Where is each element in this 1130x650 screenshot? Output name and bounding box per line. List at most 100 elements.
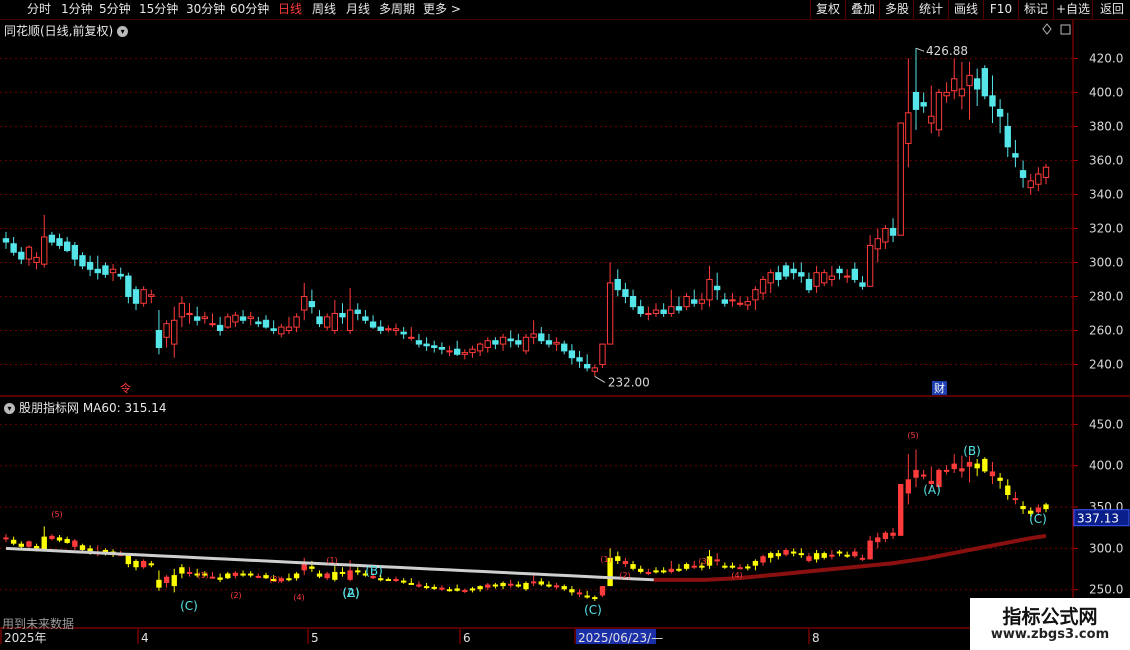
main-candle-body	[132, 289, 140, 304]
main-candle-body	[209, 323, 216, 326]
sub-candle-body	[920, 474, 927, 477]
main-candle-body	[25, 246, 33, 260]
sub-candle-body	[179, 567, 185, 574]
sub-candle-body	[752, 560, 759, 566]
main-candle-body	[545, 340, 553, 345]
sub-candle-body	[515, 584, 522, 587]
main-candle-body	[698, 299, 706, 304]
main-candle-body	[163, 323, 170, 338]
sub-candle-body	[431, 586, 437, 589]
main-candle-body	[41, 236, 48, 265]
wave-label: (A)	[342, 586, 360, 600]
kline-chart[interactable]: 240.0 260.0 280.0 300.0 320.0 340.0 360.0 380.0…	[0, 0, 1130, 650]
main-candle-body	[614, 278, 621, 291]
sub-candle-body	[546, 584, 552, 587]
sub-candle-body	[852, 551, 858, 557]
main-candle-body	[140, 289, 147, 304]
sub-candle-body	[171, 575, 177, 587]
sub-candle-body	[385, 579, 392, 582]
main-candle-body	[790, 268, 797, 274]
main-candle-body	[1012, 153, 1019, 158]
diamond-icon[interactable]	[1042, 23, 1052, 35]
sub-candle-body	[64, 538, 70, 543]
high-price-label: 426.88	[926, 44, 968, 58]
ma60-line-red	[653, 533, 1047, 582]
sub-candle-body	[523, 582, 529, 590]
main-candle-body	[951, 78, 958, 92]
sub-candle-body	[232, 572, 239, 576]
main-candle-body	[148, 294, 155, 297]
main-candle-body	[767, 272, 774, 284]
xaxis-label-3: 6	[463, 631, 471, 645]
sub-candle-body	[217, 577, 223, 580]
sub-candle-body	[1005, 485, 1011, 495]
sub-candle-body	[309, 566, 315, 569]
sub-candle-body	[485, 584, 491, 588]
main-candle-body	[385, 328, 392, 331]
main-candle-body	[530, 333, 537, 338]
sub-candle-body	[882, 532, 889, 539]
sub-tick-label-0: 250.0	[1089, 583, 1123, 597]
main-candle-body	[1042, 166, 1050, 178]
main-candle-body	[476, 343, 484, 352]
main-candle-body	[492, 340, 499, 345]
sub-tick-label-4: 450.0	[1089, 417, 1123, 431]
main-candle-body	[989, 95, 996, 107]
main-candle-body	[308, 301, 316, 308]
sub-candle-body	[140, 560, 147, 568]
sub-candle-body	[615, 556, 621, 561]
sub-candle-body	[768, 553, 774, 558]
wave-label: (3)	[269, 575, 280, 584]
main-candle-body	[392, 328, 400, 331]
main-candle-body	[920, 102, 927, 107]
main-candle-body	[278, 326, 285, 335]
wave-label: (1)	[326, 556, 337, 565]
main-candle-body	[33, 256, 40, 263]
chevron-down-icon[interactable]: ▾	[4, 403, 15, 414]
sub-candle-body	[798, 553, 804, 556]
sub-candle-body	[553, 585, 560, 588]
main-candle-body	[736, 302, 744, 305]
main-candle-body	[935, 91, 943, 131]
main-candle-body	[660, 309, 667, 314]
main-tick-label-0: 240.0	[1089, 357, 1123, 371]
main-candle-body	[744, 301, 751, 306]
main-candle-body	[782, 265, 790, 277]
main-candle-body	[851, 268, 858, 280]
sub-candle-body	[943, 469, 950, 472]
main-candle-body	[331, 312, 339, 331]
sub-candle-body	[829, 554, 835, 557]
main-candle-body	[652, 309, 660, 314]
main-candle-body	[86, 261, 94, 270]
main-candle-body	[362, 316, 369, 321]
panel-options-icon[interactable]	[1060, 24, 1071, 35]
sub-candle-body	[592, 597, 598, 600]
sub-candle-body	[500, 582, 506, 587]
main-candle-body	[301, 295, 308, 311]
main-candle-body	[721, 299, 728, 304]
main-candle-body	[798, 272, 805, 277]
main-candle-body	[553, 341, 560, 345]
main-candle-body	[454, 348, 461, 355]
main-candle-body	[415, 340, 423, 345]
sub-title-text: 股朋指标网 MA60: 315.14	[19, 401, 167, 415]
sub-candle-body	[1043, 504, 1049, 510]
sub-candle-body	[645, 571, 652, 574]
watermark-url: www.zbgs3.com	[990, 627, 1110, 642]
wave-label: (2)	[619, 571, 630, 580]
sub-candle-body	[783, 549, 789, 555]
sub-candle-body	[508, 583, 514, 586]
sub-tick-label-3: 400.0	[1089, 459, 1123, 473]
sub-candle-body	[722, 565, 728, 568]
main-candle-body	[981, 68, 988, 97]
chevron-down-icon[interactable]: ▾	[117, 26, 129, 37]
event-marker-left: 令	[120, 381, 131, 395]
main-candle-body	[255, 321, 262, 325]
main-candle-body	[1027, 180, 1034, 189]
main-candle-body	[469, 348, 476, 354]
sub-candle-body	[813, 553, 820, 560]
main-candle-body	[599, 343, 606, 365]
sub-candle-body	[477, 586, 483, 590]
sub-candle-body	[844, 554, 850, 557]
main-candle-body	[339, 312, 346, 318]
